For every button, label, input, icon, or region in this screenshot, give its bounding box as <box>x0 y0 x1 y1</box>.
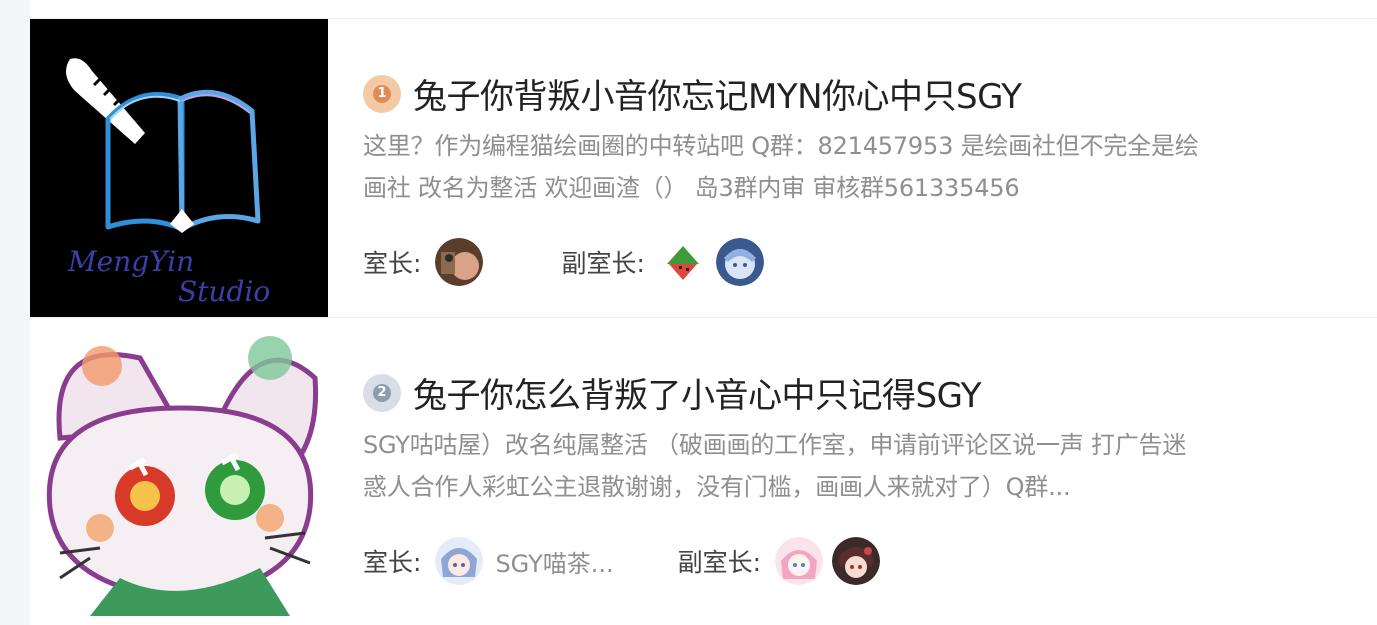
studio-description: SGY咕咕屋）改名纯属整活 （破画画的工作室，申请前评论区说一声 打广告迷 惑人… <box>363 424 1353 508</box>
owner-avatar[interactable] <box>435 238 484 286</box>
owner-name[interactable]: SGY喵茶... <box>495 544 613 579</box>
description-line: SGY咕咕屋）改名纯属整活 （破画画的工作室，申请前评论区说一声 打广告迷 <box>363 431 1187 459</box>
description-line: 惑人合作人彩虹公主退散谢谢，没有门槛，画画人来就对了）Q群... <box>363 473 1071 501</box>
studio-card-2[interactable]: 2 兔子你怎么背叛了小音心中只记得SGY SGY咕咕屋）改名纯属整活 （破画画的… <box>30 318 1377 616</box>
rank-number: 1 <box>373 84 391 103</box>
deputy-avatar-anime[interactable] <box>715 238 764 286</box>
cover-text-mengyin: MengYin <box>67 245 194 278</box>
studio-title[interactable]: 兔子你怎么背叛了小音心中只记得SGY <box>413 368 982 417</box>
description-line: 这里？作为编程猫绘画圈的中转站吧 Q群：821457953 是绘画社但不完全是绘 <box>363 132 1199 160</box>
owner-label: 室长: <box>363 249 422 278</box>
title-row: 2 兔子你怎么背叛了小音心中只记得SGY <box>363 368 982 417</box>
title-row: 1 兔子你背叛小音你忘记MYN你心中只SGY <box>363 69 1022 118</box>
studio-card-1[interactable]: MengYin Studio 1 兔子你背叛小音你忘记MYN你心中只SGY 这里… <box>30 19 1377 317</box>
studio-cover-cat[interactable] <box>30 318 328 616</box>
deputy-label: 副室长: <box>561 249 645 278</box>
rank-medal-icon: 2 <box>363 373 401 412</box>
deputy-label: 副室长: <box>677 548 762 577</box>
deputy-avatar-watermelon[interactable] <box>658 238 707 286</box>
studio-description: 这里？作为编程猫绘画圈的中转站吧 Q群：821457953 是绘画社但不完全是绘… <box>363 125 1353 209</box>
studio-cover-mengyin[interactable]: MengYin Studio <box>30 19 328 317</box>
owner-avatar[interactable] <box>435 537 484 585</box>
owner-label: 室长: <box>363 548 422 577</box>
mengyin-logo-image: MengYin Studio <box>30 19 328 317</box>
deputy-avatar-pink[interactable] <box>775 537 824 585</box>
deputy-avatar-dark[interactable] <box>832 537 881 585</box>
description-line: 画社 改名为整活 欢迎画渣（） 岛3群内审 审核群561335456 <box>363 174 1020 202</box>
studio-owners: 室长: SGY喵茶... 副室长: <box>363 536 881 586</box>
rank-number: 2 <box>373 383 391 402</box>
studio-owners: 室长: 副室长: <box>363 237 764 287</box>
cover-text-studio: Studio <box>178 275 270 308</box>
studio-list: MengYin Studio 1 兔子你背叛小音你忘记MYN你心中只SGY 这里… <box>30 0 1377 625</box>
rank-medal-icon: 1 <box>363 74 401 113</box>
studio-title[interactable]: 兔子你背叛小音你忘记MYN你心中只SGY <box>413 69 1022 118</box>
cat-cover-image <box>30 318 328 616</box>
